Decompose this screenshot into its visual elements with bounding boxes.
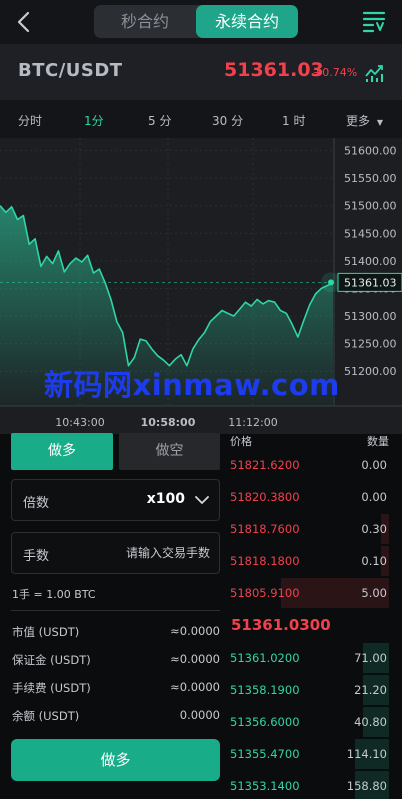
contract-type-switch: 秒合约 永续合约 <box>94 5 298 38</box>
leverage-value: x100 <box>146 491 185 507</box>
fee-label: 手续费 (USDT) <box>12 681 91 695</box>
y-tick-label: 51500.00 <box>344 200 397 213</box>
orderbook-qty: 71.00 <box>354 651 387 665</box>
y-tick-label: 51400.00 <box>344 255 397 268</box>
last-price-tag-label: 51361.03 <box>344 276 397 289</box>
orderbook-qty: 21.20 <box>354 683 387 697</box>
kline-chart-icon[interactable] <box>364 61 386 83</box>
market-value-label: 市值 (USDT) <box>12 625 80 639</box>
y-tick-label: 51200.00 <box>344 365 397 378</box>
orderbook-price: 51818.7600 <box>230 522 300 536</box>
lots-field: 手数 <box>11 532 220 574</box>
orderbook-price: 51356.6000 <box>230 715 300 729</box>
orderbook-price: 51820.3800 <box>230 490 300 504</box>
divider <box>11 610 220 611</box>
chevron-down-icon <box>195 496 209 504</box>
orderbook-qty: 0.10 <box>361 554 387 568</box>
leverage-select[interactable]: 倍数 x100 <box>11 479 220 521</box>
long-tab-button[interactable]: 做多 <box>11 433 113 470</box>
orderbook-qty: 114.10 <box>346 747 387 761</box>
orderbook-qty: 0.00 <box>361 458 387 472</box>
symbol-name[interactable]: BTC/USDT <box>18 60 123 81</box>
orderbook-ask-row[interactable]: 51805.9100 5.00 <box>226 578 402 608</box>
orderbook-bid-row[interactable]: 51358.1900 21.20 <box>226 675 402 705</box>
menu-filter-icon[interactable] <box>362 9 386 33</box>
fee-value: ≈0.0000 <box>170 680 220 694</box>
last-price-dot <box>328 279 334 286</box>
timeframe-tab-1min[interactable]: 1分 <box>84 112 104 129</box>
orderbook-ask-row[interactable]: 51821.6200 0.00 <box>226 450 402 480</box>
orderbook-price: 51805.9100 <box>230 586 300 600</box>
price-change-percent: +0.74% <box>313 66 358 79</box>
market-value-value: ≈0.0000 <box>170 624 220 638</box>
orderbook-qty-header: 数量 <box>367 435 389 448</box>
timeframe-more-label: 更多 <box>346 114 371 128</box>
y-tick-label: 51300.00 <box>344 310 397 323</box>
balance-label: 余额 (USDT) <box>12 709 80 723</box>
orderbook-price: 51355.4700 <box>230 747 300 761</box>
orderbook-qty: 5.00 <box>361 586 387 600</box>
timeframe-more-dropdown[interactable]: 更多 ▼ <box>346 112 383 129</box>
x-tick-label: 10:58:00 <box>141 416 196 429</box>
orderbook-last-price: 51361.0300 <box>231 616 331 634</box>
back-chevron-icon[interactable] <box>14 10 36 34</box>
timeframe-tab-30min[interactable]: 30 分 <box>212 112 243 129</box>
balance-value: 0.0000 <box>179 708 220 722</box>
orderbook-price: 51818.1800 <box>230 554 300 568</box>
orderbook-price: 51358.1900 <box>230 683 300 697</box>
orderbook-bid-row[interactable]: 51361.0200 71.00 <box>226 643 402 673</box>
orderbook-ask-row[interactable]: 51818.1800 0.10 <box>226 546 402 576</box>
x-tick-label: 10:43:00 <box>55 416 104 429</box>
tab-second-contract[interactable]: 秒合约 <box>94 5 196 38</box>
timeframe-bar: 分时 1分 5 分 30 分 1 时 更多 ▼ <box>0 100 402 138</box>
y-tick-label: 51450.00 <box>344 227 397 240</box>
last-price: 51361.03 <box>224 59 324 81</box>
lot-size-info: 1手 = 1.00 BTC <box>12 588 96 601</box>
y-tick-label: 51550.00 <box>344 172 397 185</box>
timeframe-tab-1hour[interactable]: 1 时 <box>282 112 305 129</box>
y-tick-label: 51600.00 <box>344 145 397 158</box>
orderbook-ask-row[interactable]: 51818.7600 0.30 <box>226 514 402 544</box>
submit-long-button[interactable]: 做多 <box>11 739 220 781</box>
orderbook-price-header: 价格 <box>230 435 252 448</box>
watermark-text: 新码网xinmaw.com <box>44 368 340 402</box>
orderbook-qty: 0.00 <box>361 490 387 504</box>
orderbook-price: 51361.0200 <box>230 651 300 665</box>
timeframe-tab-line[interactable]: 分时 <box>18 112 42 129</box>
orderbook-qty: 0.30 <box>361 522 387 536</box>
margin-label: 保证金 (USDT) <box>12 653 91 667</box>
y-tick-label: 51250.00 <box>344 338 397 351</box>
x-tick-label: 11:12:00 <box>228 416 277 429</box>
orderbook-price: 51821.6200 <box>230 458 300 472</box>
orderbook-price: 51353.1400 <box>230 779 300 793</box>
orderbook-bid-row[interactable]: 51353.1400 158.80 <box>226 771 402 799</box>
top-bar: 秒合约 永续合约 <box>0 0 402 44</box>
ticker-bar: BTC/USDT 51361.03 +0.74% <box>0 44 402 100</box>
orderbook-bid-row[interactable]: 51355.4700 114.10 <box>226 739 402 769</box>
caret-down-icon: ▼ <box>376 118 383 127</box>
margin-value: ≈0.0000 <box>170 652 220 666</box>
orderbook-qty: 40.80 <box>354 715 387 729</box>
orderbook-qty: 158.80 <box>346 779 387 793</box>
lots-input[interactable] <box>80 541 210 565</box>
leverage-label: 倍数 <box>23 496 50 511</box>
orderbook-ask-row[interactable]: 51820.3800 0.00 <box>226 482 402 512</box>
orderbook-bid-row[interactable]: 51356.6000 40.80 <box>226 707 402 737</box>
lots-label: 手数 <box>23 549 50 564</box>
timeframe-tab-5min[interactable]: 5 分 <box>148 112 171 129</box>
tab-perpetual-contract[interactable]: 永续合约 <box>196 5 298 38</box>
short-tab-button[interactable]: 做空 <box>119 433 220 470</box>
